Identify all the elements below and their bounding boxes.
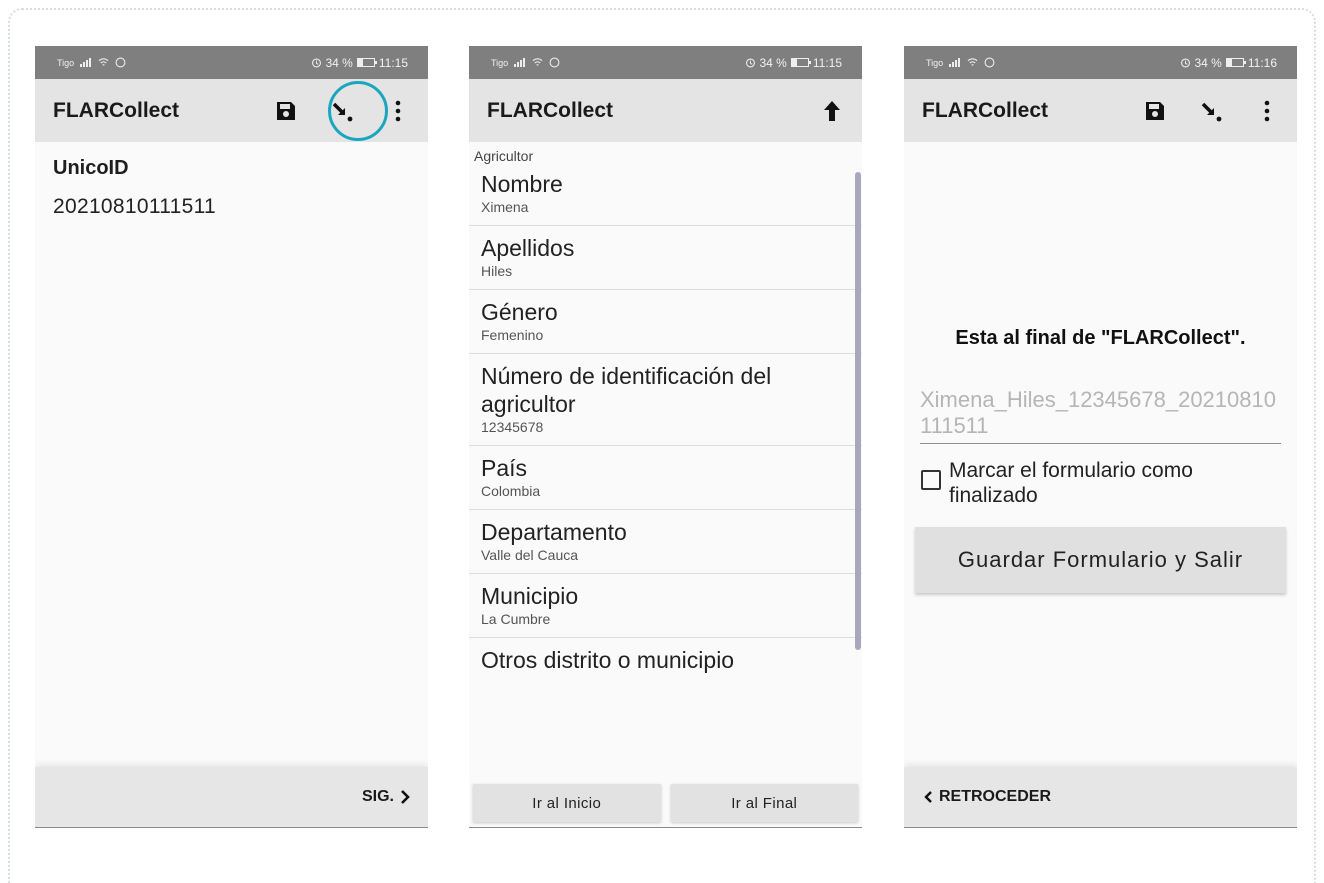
finalize-checkbox[interactable] bbox=[921, 470, 941, 490]
app-bar: FLARCollect bbox=[904, 79, 1297, 142]
whatsapp-icon bbox=[115, 57, 126, 68]
alarm-icon bbox=[745, 58, 755, 68]
save-and-exit-button[interactable]: Guardar Formulario y Salir bbox=[915, 527, 1286, 593]
app-title: FLARCollect bbox=[487, 98, 613, 122]
battery-percent: 34 % bbox=[1194, 55, 1222, 70]
chevron-left-icon bbox=[924, 791, 932, 803]
answer-value: Hiles bbox=[481, 263, 513, 279]
question-label: Apellidos bbox=[481, 235, 575, 261]
question-label: Número de identificación del agricultor bbox=[481, 363, 772, 417]
go-to-end-button[interactable]: Ir al Final bbox=[670, 784, 858, 822]
more-vert-icon[interactable] bbox=[386, 99, 410, 123]
bottom-nav-bar: RETROCEDER bbox=[904, 767, 1297, 827]
next-label: SIG. bbox=[361, 788, 394, 805]
question-label: Género bbox=[481, 299, 558, 325]
clock: 11:15 bbox=[812, 55, 842, 70]
alarm-icon bbox=[311, 58, 321, 68]
whatsapp-icon bbox=[984, 57, 995, 68]
carrier-label: Tigo bbox=[57, 57, 75, 68]
whatsapp-icon bbox=[549, 57, 560, 68]
highlight-circle bbox=[328, 81, 388, 141]
scrollbar[interactable] bbox=[855, 172, 861, 650]
jump-buttons-bar: Ir al Inicio Ir al Final bbox=[469, 780, 862, 827]
up-arrow-icon[interactable] bbox=[820, 99, 844, 123]
battery-icon bbox=[356, 58, 377, 67]
chevron-right-icon bbox=[401, 790, 410, 804]
app-bar: FLARCollect bbox=[35, 79, 428, 142]
answer-value: Colombia bbox=[481, 483, 541, 499]
answer-value: 12345678 bbox=[481, 419, 544, 435]
list-item[interactable]: Nombre Ximena bbox=[469, 168, 862, 226]
question-label: País bbox=[481, 455, 528, 481]
app-title: FLARCollect bbox=[53, 98, 179, 122]
field-label: UnicoID bbox=[53, 157, 129, 179]
list-item[interactable]: Otros distrito o municipio bbox=[469, 638, 862, 684]
field-value: 20210810111511 bbox=[53, 195, 217, 218]
save-icon[interactable] bbox=[1143, 99, 1167, 123]
back-button[interactable]: RETROCEDER bbox=[904, 788, 1051, 806]
go-to-start-button[interactable]: Ir al Inicio bbox=[473, 784, 661, 822]
question-label: Otros distrito o municipio bbox=[481, 647, 735, 673]
status-bar: Tigo 34 % 11:15 bbox=[469, 46, 862, 79]
group-label: Agricultor bbox=[474, 148, 534, 164]
question-label: Municipio bbox=[481, 583, 579, 609]
form-name-field[interactable]: Ximena_Hiles_12345678_20210810111511 bbox=[920, 387, 1281, 444]
battery-icon bbox=[1225, 58, 1246, 67]
battery-percent: 34 % bbox=[325, 55, 353, 70]
alarm-icon bbox=[1180, 58, 1190, 68]
battery-percent: 34 % bbox=[759, 55, 787, 70]
signal-icon bbox=[80, 58, 92, 67]
list-item[interactable]: Municipio La Cumbre bbox=[469, 574, 862, 638]
answer-value: Ximena bbox=[481, 199, 529, 215]
answer-value: Valle del Cauca bbox=[481, 547, 579, 563]
list-item[interactable]: Departamento Valle del Cauca bbox=[469, 510, 862, 574]
more-vert-icon[interactable] bbox=[1255, 99, 1279, 123]
carrier-label: Tigo bbox=[926, 57, 944, 68]
end-of-form-heading: Esta al final de "FLARCollect". bbox=[955, 327, 1246, 349]
app-title: FLARCollect bbox=[922, 98, 1048, 122]
status-bar: Tigo 34 % 11:15 bbox=[35, 46, 428, 79]
clock: 11:15 bbox=[378, 55, 408, 70]
battery-icon bbox=[790, 58, 811, 67]
back-label: RETROCEDER bbox=[939, 788, 1052, 805]
wifi-icon bbox=[98, 58, 109, 66]
carrier-label: Tigo bbox=[491, 57, 509, 68]
list-item[interactable]: Número de identificación del agricultor … bbox=[469, 354, 862, 446]
signal-icon bbox=[514, 58, 526, 67]
save-icon[interactable] bbox=[274, 99, 298, 123]
screen-form-hierarchy: Tigo 34 % 11:15 FLARCollect Agricultor N… bbox=[469, 46, 862, 828]
answer-value: La Cumbre bbox=[481, 611, 551, 627]
list-item[interactable]: Apellidos Hiles bbox=[469, 226, 862, 290]
screen-form-start: Tigo 34 % 11:15 FLARCollect UnicoID 2021… bbox=[35, 46, 428, 828]
list-item[interactable]: País Colombia bbox=[469, 446, 862, 510]
next-button[interactable]: SIG. bbox=[362, 788, 428, 806]
signal-icon bbox=[949, 58, 961, 67]
clock: 11:16 bbox=[1247, 55, 1277, 70]
finalize-checkbox-label: Marcar el formulario como finalizado bbox=[949, 459, 1193, 507]
list-item[interactable]: Género Femenino bbox=[469, 290, 862, 354]
question-label: Nombre bbox=[481, 171, 563, 197]
bottom-nav-bar: SIG. bbox=[35, 767, 428, 827]
answer-value: Femenino bbox=[481, 327, 544, 343]
app-bar: FLARCollect bbox=[469, 79, 862, 142]
jump-to-end-icon[interactable] bbox=[1199, 99, 1223, 123]
status-bar: Tigo 34 % 11:16 bbox=[904, 46, 1297, 79]
screen-form-end: Tigo 34 % 11:16 FLARCollect Esta al fina… bbox=[904, 46, 1297, 828]
finalize-checkbox-row[interactable]: Marcar el formulario como finalizado bbox=[921, 458, 1281, 508]
wifi-icon bbox=[967, 58, 978, 66]
question-label: Departamento bbox=[481, 519, 627, 545]
wifi-icon bbox=[532, 58, 543, 66]
question-list[interactable]: Agricultor Nombre Ximena Apellidos Hiles… bbox=[469, 142, 862, 792]
